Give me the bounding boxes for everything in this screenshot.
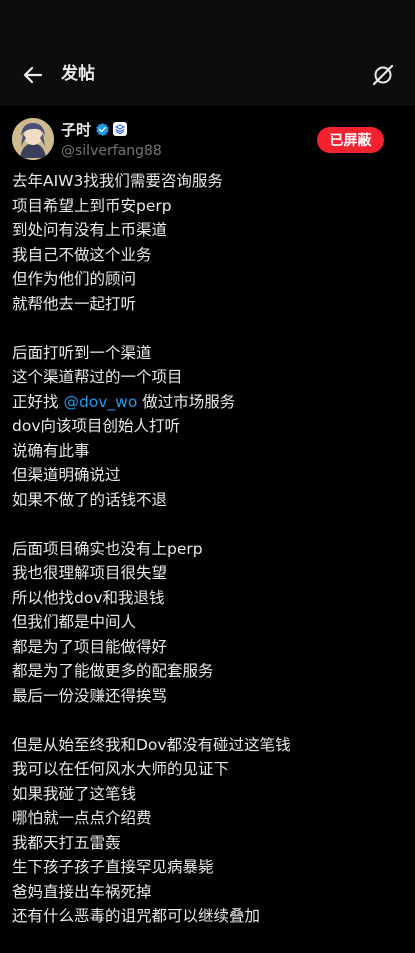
- post-line: 哪怕就一点点介绍费: [12, 809, 152, 827]
- blocked-button[interactable]: 已屏蔽: [317, 127, 384, 153]
- post-line: 生下孩子孩子直接罕见病暴毙: [12, 858, 214, 876]
- post-line: 但我们都是中间人: [12, 613, 137, 631]
- arrow-left-icon: [23, 66, 43, 84]
- post-line: 如果不做了的话钱不退: [12, 490, 168, 509]
- post-paragraph: 后面项目确实也没有上perp 我也很理解项目很失望 所以他找dov和我退钱 但我们都是…: [12, 537, 407, 709]
- affiliate-badge-icon[interactable]: [113, 122, 128, 136]
- post-paragraph: 去年AIW3找我们需要咨询服务 项目希望上到币安perp 到处问有没有上币渠道 我自己…: [12, 169, 407, 316]
- post-line: 最后一份没赚还得挨骂: [12, 686, 168, 705]
- post-line: 到处问有没有上币渠道: [12, 221, 168, 239]
- post-line: 但作为他们的顾问: [12, 270, 137, 288]
- verified-badge-icon: [96, 122, 109, 136]
- back-button[interactable]: [18, 60, 48, 90]
- post-line: 爸妈直接出车祸死掉: [12, 882, 152, 901]
- post-paragraph: 后面打听到一个渠道 这个渠道帮过的一个项目 正好找 @dov_wo 做过市场服务 do…: [12, 341, 407, 513]
- post-line: 这个渠道帮过的一个项目: [12, 368, 183, 386]
- post-line: 都是为了项目能做得好: [12, 637, 168, 656]
- post-line: 但渠道明确说过: [12, 466, 121, 484]
- post-line-text: 正好找: [12, 392, 64, 411]
- page-title: 发帖: [61, 64, 95, 84]
- user-mention-link[interactable]: @dov_wo: [63, 393, 137, 411]
- post-line: 我都天打五雷轰: [12, 833, 121, 852]
- author-name-row[interactable]: 子时: [61, 117, 128, 141]
- author-handle[interactable]: @silverfang88: [61, 141, 162, 161]
- post-line: 所以他找dov和我退钱: [12, 588, 165, 607]
- post-line: 如果我碰了这笔钱: [12, 784, 137, 803]
- post-line: 说确有此事: [12, 441, 90, 460]
- top-bar: 发帖: [0, 0, 415, 106]
- avatar[interactable]: [12, 118, 54, 160]
- post-line: 项目希望上到币安perp: [12, 196, 172, 215]
- grok-slash-icon: [372, 64, 394, 86]
- post-line: 我可以在任何风水大师的见证下: [12, 760, 230, 778]
- post-line: 正好找 @dov_wo 做过市场服务: [12, 390, 407, 415]
- post-text: 去年AIW3找我们需要咨询服务 项目希望上到币安perp 到处问有没有上币渠道 我自己…: [12, 169, 407, 953]
- post-line: 还有什么恶毒的诅咒都可以继续叠加: [12, 907, 261, 925]
- post-line: 都是为了能做更多的配套服务: [12, 662, 214, 680]
- grok-button[interactable]: [368, 60, 398, 90]
- post-line: 就帮他去一起打听: [12, 294, 137, 313]
- post-paragraph: 但是从始至终我和Dov都没有碰过这笔钱 我可以在任何风水大师的见证下 如果我碰了这笔…: [12, 733, 407, 929]
- post-line: 后面项目确实也没有上perp: [12, 539, 203, 558]
- post-line: 但是从始至终我和Dov都没有碰过这笔钱: [12, 735, 291, 754]
- post-line: 我也很理解项目很失望: [12, 564, 168, 582]
- display-name[interactable]: 子时: [61, 119, 91, 140]
- post-line-text: 做过市场服务: [137, 392, 236, 411]
- post-line: 后面打听到一个渠道: [12, 343, 152, 362]
- post-line: dov向该项目创始人打听: [12, 417, 180, 435]
- post-line: 我自己不做这个业务: [12, 245, 152, 264]
- post-line: 去年AIW3找我们需要咨询服务: [12, 172, 223, 190]
